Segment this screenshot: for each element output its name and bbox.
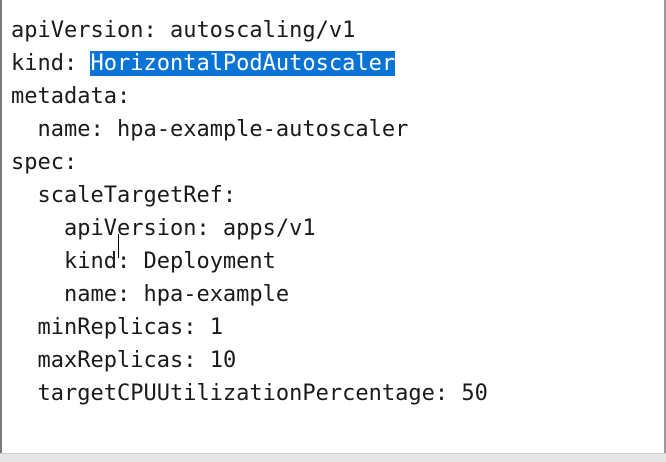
code-line[interactable]: kind: HorizontalPodAutoscaler — [11, 47, 488, 80]
yaml-key: metadata: — [11, 84, 131, 109]
yaml-key: name: — [63, 282, 131, 307]
yaml-value: Deployment — [130, 249, 276, 274]
yaml-value: 50 — [448, 381, 488, 406]
yaml-value: 1 — [196, 315, 223, 340]
text-editor[interactable]: apiVersion: autoscaling/v1 kind: Horizon… — [0, 0, 666, 462]
yaml-value: apps/v1 — [209, 216, 316, 241]
code-line[interactable]: name: hpa-example — [11, 278, 488, 311]
yaml-value: 10 — [196, 348, 237, 373]
code-line[interactable]: spec: — [11, 146, 488, 179]
yaml-key: kind: — [11, 51, 91, 76]
yaml-key: scaleTargetRef: — [37, 183, 237, 208]
yaml-key: apiVersion: — [11, 18, 157, 43]
selected-text[interactable]: HorizontalPodAutoscaler — [90, 51, 396, 76]
code-line[interactable]: apiVersion: apps/v1 — [11, 212, 488, 245]
yaml-key: minReplicas: — [37, 315, 197, 340]
code-line[interactable]: scaleTargetRef: — [11, 179, 488, 212]
code-line[interactable]: name: hpa-example-autoscaler — [11, 113, 488, 146]
code-line[interactable]: kind: Deployment — [11, 245, 488, 278]
code-line[interactable]: maxReplicas: 10 — [11, 344, 488, 377]
code-line[interactable]: targetCPUUtilizationPercentage: 50 — [11, 377, 488, 410]
yaml-key: name: — [37, 117, 104, 142]
yaml-value: hpa-example — [130, 282, 290, 307]
code-line[interactable]: apiVersion: autoscaling/v1 — [11, 14, 488, 47]
yaml-key: apiVersion: — [63, 216, 210, 241]
code-line[interactable]: metadata: — [11, 80, 488, 113]
yaml-code-area[interactable]: apiVersion: autoscaling/v1 kind: Horizon… — [11, 14, 488, 410]
yaml-value: autoscaling/v1 — [156, 18, 356, 43]
editor-left-border — [0, 0, 2, 462]
yaml-key: maxReplicas: — [37, 348, 197, 373]
code-line[interactable]: minReplicas: 1 — [11, 311, 488, 344]
text-cursor-icon — [118, 234, 121, 258]
yaml-value: hpa-example-autoscaler — [103, 117, 409, 142]
horizontal-scrollbar[interactable] — [0, 453, 666, 462]
yaml-key: targetCPUUtilizationPercentage: — [37, 381, 449, 406]
yaml-key: spec: — [11, 150, 78, 175]
